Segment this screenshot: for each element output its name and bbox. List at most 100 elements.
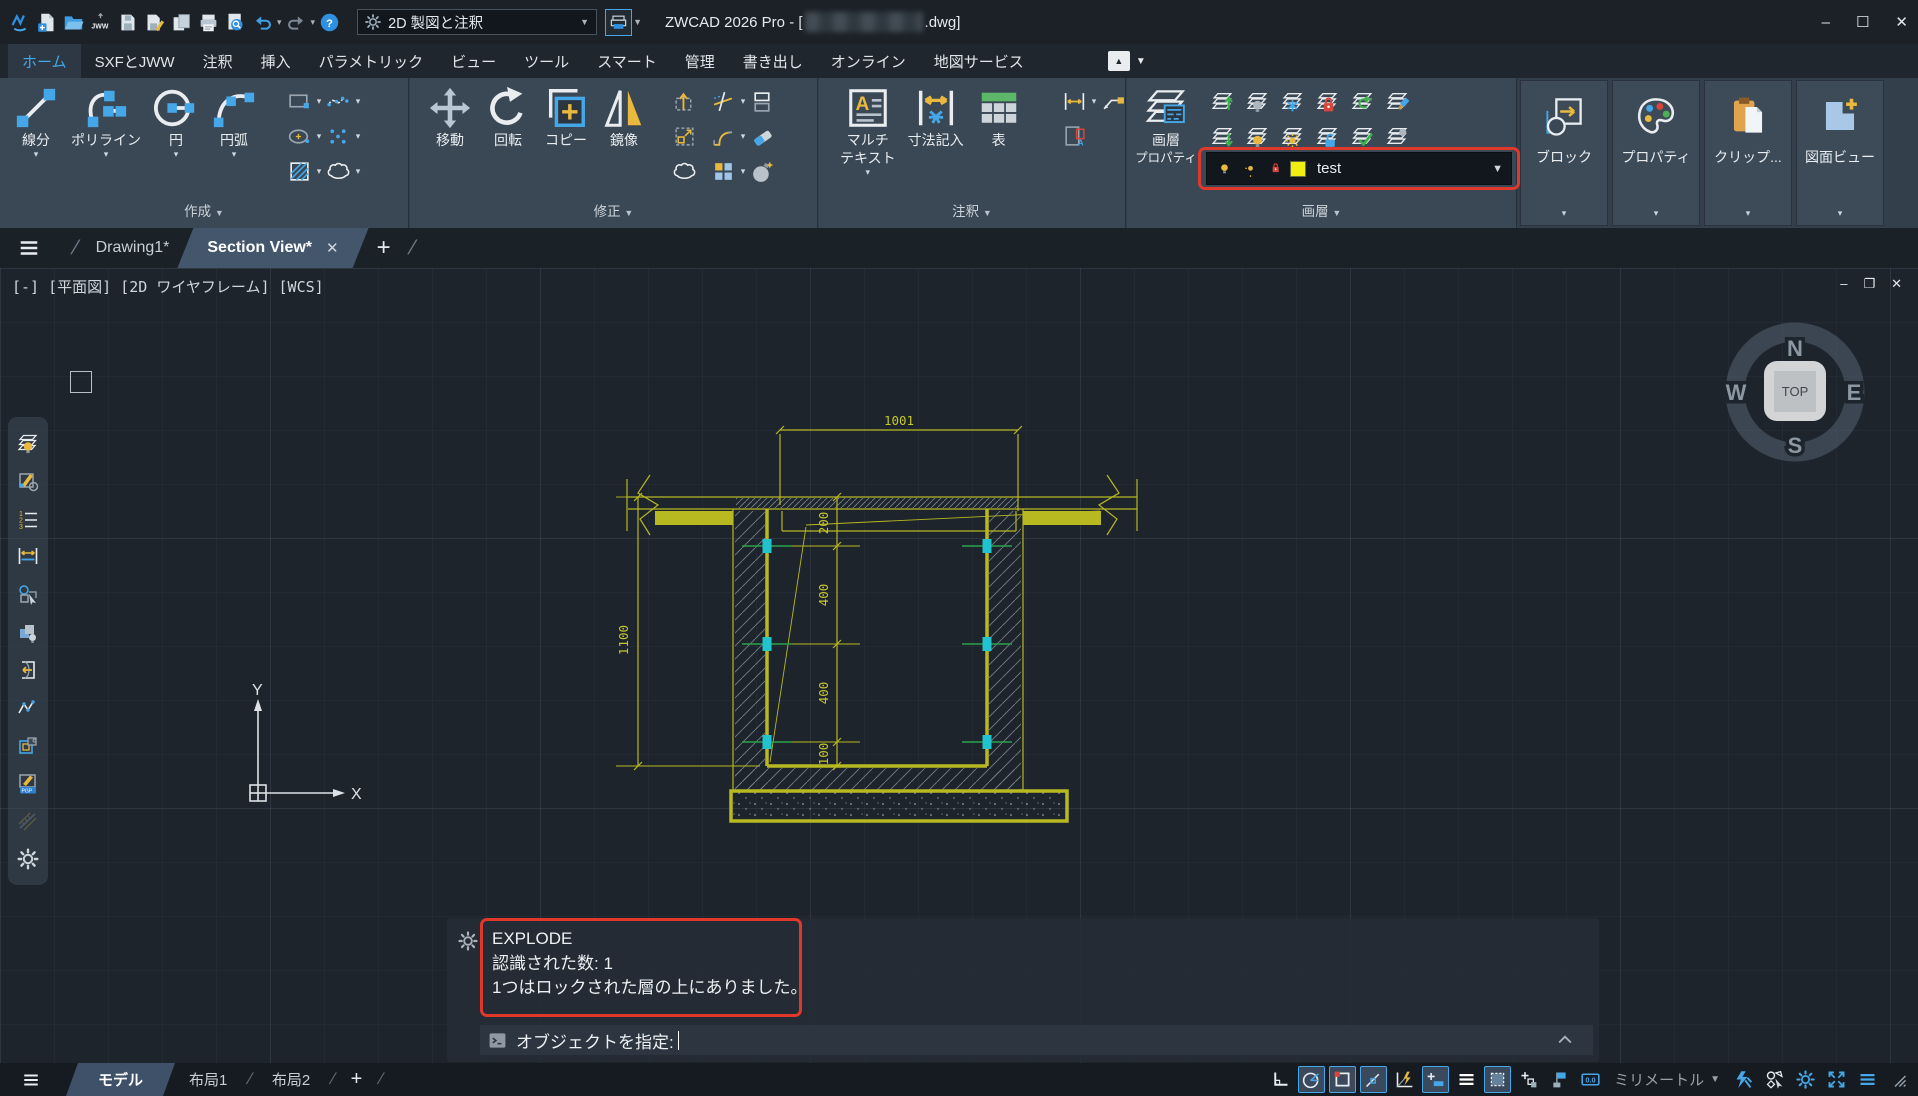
circle-button[interactable]: 円▾	[148, 83, 204, 161]
ribbon-tab-12[interactable]: 地図サービス	[920, 44, 1038, 78]
layout-tab-モデル[interactable]: モデル	[66, 1063, 175, 1096]
layer-dropdown[interactable]: test ▼	[1206, 152, 1512, 185]
layer-lock-icon[interactable]	[1315, 89, 1340, 114]
polyline-button[interactable]: ポリライン▾	[66, 83, 146, 161]
fullscreen-button[interactable]	[1823, 1066, 1850, 1093]
quick-tools-button[interactable]	[1730, 1066, 1757, 1093]
annotation-scale-toggle[interactable]	[1515, 1066, 1542, 1093]
window-tool-icon[interactable]	[16, 734, 40, 758]
navigation-compass[interactable]: N W E S TOP	[1712, 308, 1878, 474]
file-tabs-menu-icon[interactable]	[14, 237, 44, 259]
ribbon-tab-9[interactable]: 管理	[671, 44, 729, 78]
units-label[interactable]: ミリメートル	[1614, 1069, 1704, 1090]
new-document-tab-button[interactable]: +	[377, 234, 391, 262]
panel-palette[interactable]: プロパティ▾	[1612, 80, 1700, 226]
arc-button[interactable]: 円弧▾	[206, 83, 262, 161]
cad-section-drawing[interactable]: 1001 1100 200 400 400 100	[560, 405, 1160, 890]
compass-east[interactable]: E	[1847, 380, 1862, 405]
workspace-switcher[interactable]: 2D 製図と注釈 ▼	[357, 9, 597, 35]
ribbon-tab-6[interactable]: ビュー	[437, 44, 510, 78]
undo-button[interactable]	[249, 9, 276, 36]
layer-current-icon[interactable]	[1350, 124, 1375, 149]
compass-south[interactable]: S	[1788, 433, 1803, 458]
array-icon[interactable]	[711, 159, 736, 184]
status-menu-button[interactable]	[1854, 1066, 1881, 1093]
redo-button[interactable]	[283, 9, 310, 36]
layer-freeze-icon[interactable]	[1280, 89, 1305, 114]
quick-menu-toggle[interactable]	[1453, 1066, 1480, 1093]
tab-close-icon[interactable]: ✕	[326, 239, 339, 257]
quick-modify-icon[interactable]	[16, 469, 40, 493]
dropdown-arrow[interactable]: ▾	[34, 149, 39, 159]
layer-move-down-icon[interactable]	[1210, 124, 1235, 149]
dimlinear-big-button[interactable]: 寸法記入	[903, 83, 969, 161]
ribbon-tab-1[interactable]: ホーム	[8, 44, 81, 78]
revcloud-icon[interactable]	[672, 159, 697, 184]
layer-dropdown-arrow[interactable]: ▼	[1492, 163, 1503, 175]
number-list-icon[interactable]: 123	[16, 507, 40, 531]
panel-annotate-label[interactable]: 注釈 ▼	[819, 198, 1125, 228]
import-door-icon[interactable]	[16, 658, 40, 682]
layer-locked-icon[interactable]	[1267, 159, 1283, 178]
workspace-dropdown-arrow[interactable]: ▼	[580, 17, 589, 27]
table-button[interactable]: 表	[971, 83, 1027, 161]
document-tab-1[interactable]: Drawing1*	[88, 228, 178, 268]
layer-off-icon[interactable]	[1245, 89, 1270, 114]
line-button[interactable]: 線分▾	[8, 83, 64, 161]
dropdown-arrow[interactable]: ▾	[736, 166, 750, 177]
layer-move-up-icon[interactable]	[1210, 89, 1235, 114]
ribbon-tab-10[interactable]: 書き出し	[729, 44, 817, 78]
annotation-visibility-toggle[interactable]	[1546, 1066, 1573, 1093]
selection-cycling-toggle[interactable]	[1484, 1066, 1511, 1093]
document-tab-2[interactable]: Section View*✕	[177, 228, 368, 268]
block-bulb-icon[interactable]	[16, 620, 40, 644]
textframe-icon[interactable]: A	[1062, 124, 1087, 149]
command-window[interactable]: EXPLODE認識された数: 11つはロックされた層の上にありました。 オブジェ…	[447, 918, 1599, 1062]
command-prompt[interactable]: オブジェクトを指定:	[480, 1025, 1593, 1055]
settings-button[interactable]	[1792, 1066, 1819, 1093]
dropdown-arrow[interactable]: ▾	[351, 166, 365, 177]
panel-block[interactable]: ブロック▾	[1520, 80, 1608, 226]
explode-icon[interactable]	[750, 159, 775, 184]
panel-expand-arrow[interactable]: ▾	[1838, 208, 1843, 219]
rect-icon[interactable]	[287, 89, 312, 114]
new-layout-button[interactable]: +	[351, 1068, 363, 1091]
dropdown-arrow[interactable]: ▾	[866, 167, 871, 177]
panel-expand-arrow[interactable]: ▾	[1746, 208, 1751, 219]
viewport-restore[interactable]: ❐	[1863, 276, 1875, 292]
compass-north[interactable]: N	[1787, 336, 1803, 361]
layer-match-icon[interactable]	[1385, 89, 1410, 114]
ribbon-tab-2[interactable]: SXFとJWW	[81, 44, 189, 78]
offset-icon[interactable]	[750, 89, 775, 114]
ribbon-tab-3[interactable]: 注釈	[189, 44, 247, 78]
save-as-button[interactable]	[141, 9, 168, 36]
panel-expand-arrow[interactable]: ▾	[1562, 208, 1567, 219]
ribbon-collapse-up-button[interactable]: ▲	[1108, 51, 1130, 71]
layer-previous-icon[interactable]	[1350, 89, 1375, 114]
dropdown-arrow[interactable]: ▾	[736, 131, 750, 142]
poly-edit-icon[interactable]	[16, 696, 40, 720]
help-button[interactable]: ?	[316, 9, 343, 36]
viewport-close[interactable]: ✕	[1891, 276, 1902, 292]
plot-style-button[interactable]	[605, 9, 632, 36]
dropdown-arrow[interactable]: ▾	[232, 149, 237, 159]
layer-thaw-icon[interactable]	[1280, 124, 1305, 149]
layer-isolate-icon[interactable]	[1385, 124, 1410, 149]
plot-dropdown-arrow[interactable]: ▼	[633, 17, 642, 27]
ellipse-icon[interactable]	[287, 124, 312, 149]
dropdown-arrow[interactable]: ▾	[174, 149, 179, 159]
undo-dropdown-arrow[interactable]: ▾	[277, 17, 282, 28]
minimize-button[interactable]: –	[1822, 14, 1830, 31]
rotate-button[interactable]: 回転	[480, 83, 536, 161]
snap-tracking-toggle[interactable]	[1360, 1066, 1387, 1093]
redo-dropdown-arrow[interactable]: ▾	[311, 17, 316, 28]
resize-grip-button[interactable]	[1885, 1066, 1912, 1093]
layer-on-icon[interactable]	[1245, 124, 1270, 149]
layer-thaw-sun-icon[interactable]	[1241, 159, 1260, 178]
points-icon[interactable]	[326, 124, 351, 149]
unit-precision-toggle[interactable]: 0.0	[1577, 1066, 1604, 1093]
mtext-button[interactable]: Aマルチテキスト▾	[835, 83, 901, 179]
app-logo-button[interactable]	[6, 9, 33, 36]
ribbon-tab-11[interactable]: オンライン	[817, 44, 920, 78]
units-dropdown-arrow[interactable]: ▼	[1710, 1074, 1720, 1085]
